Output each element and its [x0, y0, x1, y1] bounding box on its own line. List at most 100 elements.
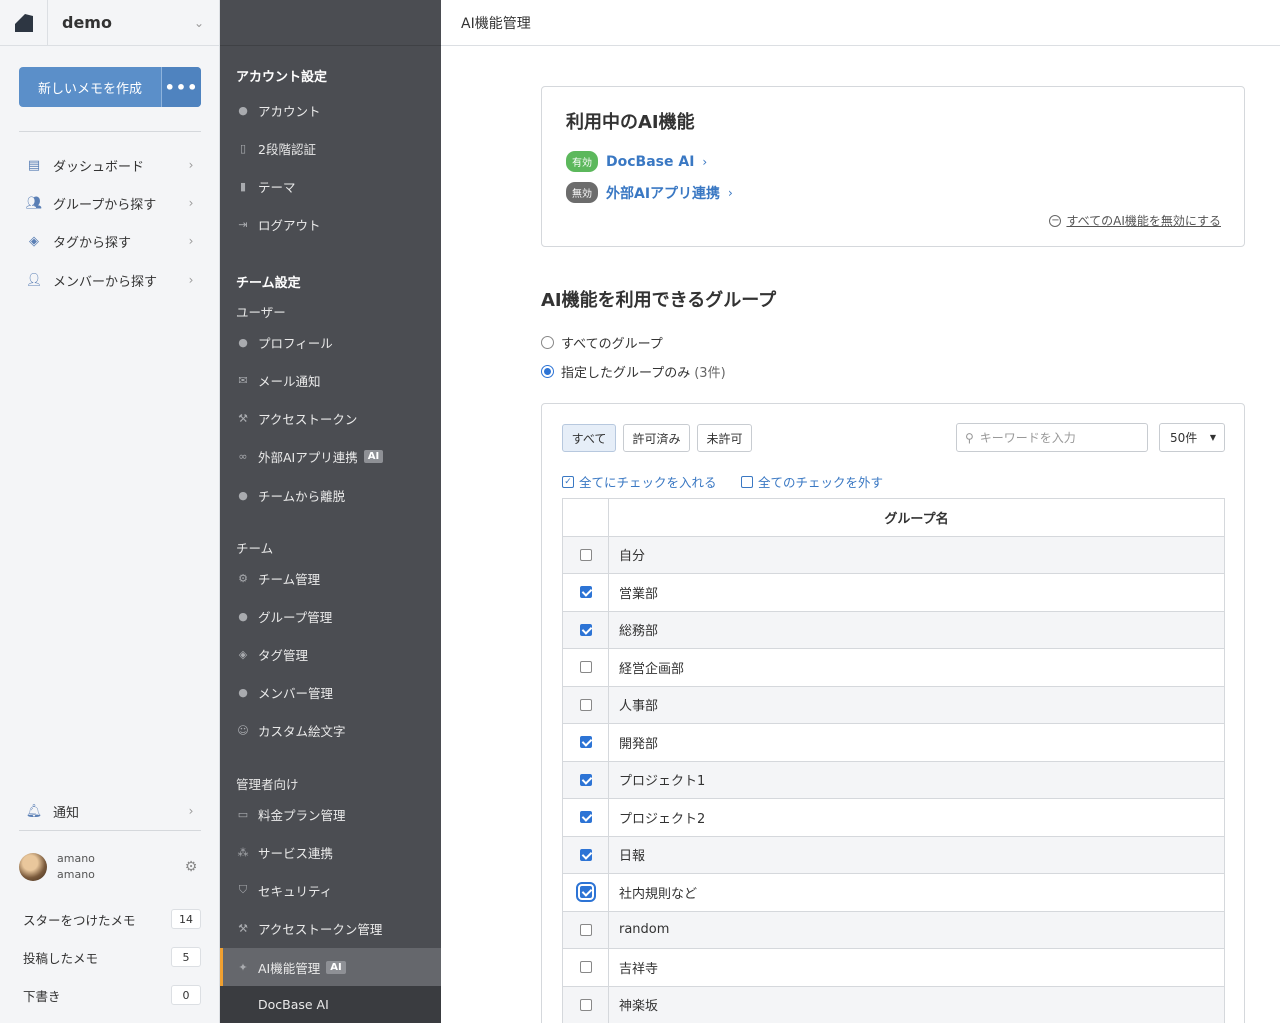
nav-dashboard[interactable]: ▤ ダッシュボード ›	[19, 146, 201, 184]
nav-label: タグから探す	[53, 235, 132, 251]
new-memo-button[interactable]: 新しいメモを作成	[19, 67, 161, 107]
feature-link[interactable]: DocBase AI	[606, 154, 694, 170]
menu-item-account[interactable]: ● アカウント	[220, 91, 441, 129]
avatar[interactable]	[19, 853, 47, 881]
table-row[interactable]: 自分	[562, 535, 1225, 574]
filter-not-allowed-button[interactable]: 未許可	[697, 424, 752, 452]
radio-selected-groups[interactable]: 指定したグループのみ (3件)	[541, 362, 726, 381]
menu-item-access-token[interactable]: ⚒ アクセストークン	[220, 399, 441, 437]
new-memo-more-button[interactable]: •••	[161, 67, 201, 107]
nav-label: 通知	[53, 805, 80, 821]
group-icon: ●	[238, 609, 248, 623]
submenu-docbase-ai[interactable]: DocBase AI	[220, 986, 441, 1023]
nav-notifications[interactable]: 🔔︎ 通知 ›	[19, 792, 201, 830]
menu-item-leave-team[interactable]: ● チームから離脱	[220, 476, 441, 514]
checkbox-cell	[562, 910, 609, 949]
nav-tags[interactable]: ◈ タグから探す ›	[19, 222, 201, 260]
table-row[interactable]: 社内規則など	[562, 873, 1225, 912]
menu-item-theme[interactable]: ▮ テーマ	[220, 167, 441, 205]
nav-groups[interactable]: 👥︎ グループから探す ›	[19, 184, 201, 222]
posted-memos-link[interactable]: 投稿したメモ 5	[19, 938, 201, 976]
menu-label: アカウント	[258, 103, 321, 119]
group-checkbox[interactable]	[579, 661, 592, 674]
search-input[interactable]: ⚲ キーワードを入力	[956, 423, 1148, 452]
group-checkbox[interactable]	[579, 998, 592, 1011]
table-row[interactable]: 日報	[562, 835, 1225, 874]
group-checkbox[interactable]	[579, 698, 592, 711]
section-title: AI機能を利用できるグループ	[541, 290, 777, 311]
group-checkbox[interactable]	[579, 548, 592, 561]
group-checkbox[interactable]	[579, 586, 592, 599]
table-row[interactable]: 総務部	[562, 610, 1225, 649]
status-badge: 有効	[566, 151, 598, 172]
menu-sub-team: チーム	[236, 541, 274, 556]
table-row[interactable]: 経営企画部	[562, 648, 1225, 687]
team-switcher[interactable]: demo ⌄	[0, 0, 219, 46]
menu-item-custom-emoji[interactable]: ☺ カスタム絵文字	[220, 711, 441, 749]
table-row[interactable]: 神楽坂	[562, 985, 1225, 1023]
table-row[interactable]: random	[562, 910, 1225, 949]
filter-allowed-button[interactable]: 許可済み	[623, 424, 690, 452]
group-list-panel: すべて 許可済み 未許可 ⚲ キーワードを入力 50件 ▼ ✓ 全てにチェックを…	[541, 403, 1245, 1023]
menu-item-profile[interactable]: ● プロフィール	[220, 323, 441, 361]
menu-item-group-manage[interactable]: ● グループ管理	[220, 597, 441, 635]
group-name: 神楽坂	[608, 985, 1225, 1023]
feature-external-ai[interactable]: 無効 外部AIアプリ連携 ›	[566, 182, 733, 203]
menu-item-external-ai[interactable]: ∞ 外部AIアプリ連携 AI	[220, 437, 441, 475]
docbase-logo[interactable]	[0, 0, 48, 46]
menu-item-security[interactable]: ⛉ セキュリティ	[220, 871, 441, 909]
chevron-down-icon[interactable]: ⌄	[179, 16, 219, 30]
group-checkbox[interactable]	[579, 736, 592, 749]
chevron-right-icon: ›	[188, 234, 194, 248]
menu-item-mail[interactable]: ✉ メール通知	[220, 361, 441, 399]
gear-icon[interactable]: ⚙	[181, 859, 201, 875]
radio-button[interactable]	[541, 336, 554, 349]
group-name-column-header: グループ名	[608, 498, 1225, 537]
shield-icon: ⛉	[238, 883, 248, 896]
main-content: AI機能管理 利用中のAI機能 有効 DocBase AI › 無効 外部AIア…	[441, 0, 1280, 1023]
table-row[interactable]: プロジェクト2	[562, 798, 1225, 837]
menu-label: テーマ	[258, 179, 296, 195]
group-checkbox[interactable]	[579, 773, 592, 786]
table-row[interactable]: 人事部	[562, 685, 1225, 724]
group-checkbox[interactable]	[579, 848, 592, 861]
starred-memos-link[interactable]: スターをつけたメモ 14	[19, 900, 201, 938]
uncheck-all-link[interactable]: 全てのチェックを外す	[741, 472, 883, 491]
menu-item-access-token-manage[interactable]: ⚒ アクセストークン管理	[220, 909, 441, 947]
table-row[interactable]: プロジェクト1	[562, 760, 1225, 799]
group-checkbox[interactable]	[579, 811, 592, 824]
check-all-link[interactable]: ✓ 全てにチェックを入れる	[562, 472, 717, 491]
radio-all-groups[interactable]: すべてのグループ	[541, 333, 663, 352]
menu-item-logout[interactable]: ⇥ ログアウト	[220, 205, 441, 243]
menu-item-ai-manage[interactable]: ✦ AI機能管理 AI	[220, 948, 441, 986]
per-page-select[interactable]: 50件 ▼	[1159, 423, 1225, 452]
group-checkbox[interactable]	[579, 623, 592, 636]
table-row[interactable]: 吉祥寺	[562, 948, 1225, 987]
menu-label: グループ管理	[258, 609, 333, 625]
gear-icon: ⚙	[238, 571, 248, 585]
table-row[interactable]: 開発部	[562, 723, 1225, 762]
filter-all-button[interactable]: すべて	[562, 424, 616, 452]
menu-item-billing[interactable]: ▭ 料金プラン管理	[220, 795, 441, 833]
menu-item-integrations[interactable]: ⁂ サービス連携	[220, 833, 441, 871]
nav-members[interactable]: 👤︎ メンバーから探す ›	[19, 261, 201, 299]
table-row[interactable]: 営業部	[562, 573, 1225, 612]
group-checkbox[interactable]	[575, 882, 596, 903]
feature-link[interactable]: 外部AIアプリ連携	[606, 183, 720, 203]
group-name: 開発部	[608, 723, 1225, 762]
group-checkbox[interactable]	[579, 923, 592, 936]
menu-item-2fa[interactable]: ▯ 2段階認証	[220, 129, 441, 167]
nav-label: グループから探す	[53, 197, 157, 213]
drafts-link[interactable]: 下書き 0	[19, 976, 201, 1014]
radio-button[interactable]	[541, 365, 554, 378]
group-checkbox[interactable]	[579, 961, 592, 974]
logo-icon	[14, 13, 33, 32]
divider	[19, 830, 201, 831]
group-name: 人事部	[608, 685, 1225, 724]
user-profile[interactable]: amano amano ⚙	[19, 848, 201, 886]
feature-docbase-ai[interactable]: 有効 DocBase AI ›	[566, 151, 707, 172]
menu-item-member-manage[interactable]: ● メンバー管理	[220, 673, 441, 711]
disable-all-ai-link[interactable]: − すべてのAI機能を無効にする	[1049, 212, 1221, 229]
menu-item-team-manage[interactable]: ⚙ チーム管理	[220, 559, 441, 597]
menu-item-tag-manage[interactable]: ◈ タグ管理	[220, 635, 441, 673]
